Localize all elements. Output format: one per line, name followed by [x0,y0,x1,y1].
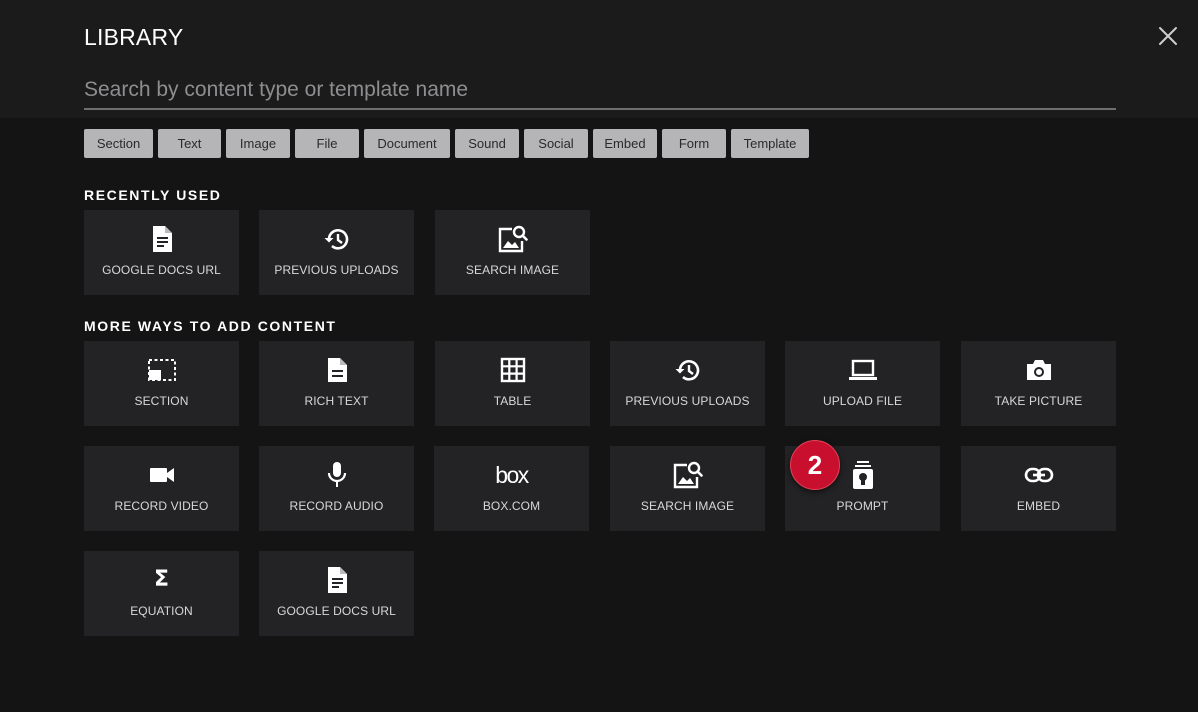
filter-chip-sound[interactable]: Sound [455,129,519,158]
camera-icon [961,355,1116,385]
tile-google-docs-url[interactable]: GOOGLE DOCS URL [259,551,414,636]
filter-chip-text[interactable]: Text [158,129,221,158]
filter-chip-embed[interactable]: Embed [593,129,657,158]
step-number-badge: 2 [790,440,840,490]
tile-label: PREVIOUS UPLOADS [625,394,750,408]
recently-used-heading: RECENTLY USED [84,187,222,203]
filter-chip-form[interactable]: Form [662,129,726,158]
filter-chip-file[interactable]: File [295,129,359,158]
tile-search-image[interactable]: SEARCH IMAGE [610,446,765,531]
document-icon [84,224,239,254]
laptop-icon [785,355,940,385]
tile-label: SEARCH IMAGE [465,263,560,277]
tile-label: SECTION [134,394,189,408]
tile-record-video[interactable]: RECORD VIDEO [84,446,239,531]
close-icon [1159,27,1177,45]
sigma-icon: Σ [153,567,170,592]
microphone-icon [259,460,414,490]
recent-tile-google-docs-url[interactable]: GOOGLE DOCS URL [84,210,239,295]
section-icon [84,355,239,385]
tile-previous-uploads[interactable]: PREVIOUS UPLOADS [610,341,765,426]
tile-label: SEARCH IMAGE [640,499,735,513]
filter-chip-section[interactable]: Section [84,129,153,158]
tile-label: TAKE PICTURE [994,394,1083,408]
document-icon [259,565,414,595]
tile-upload-file[interactable]: UPLOAD FILE [785,341,940,426]
tile-label: UPLOAD FILE [822,394,903,408]
tile-embed[interactable]: EMBED [961,446,1116,531]
tile-record-audio[interactable]: RECORD AUDIO [259,446,414,531]
tile-label: GOOGLE DOCS URL [277,604,396,618]
tile-label: BOX.COM [482,499,541,513]
tile-label: RECORD AUDIO [289,499,384,513]
tile-label: EQUATION [130,604,193,618]
close-button[interactable] [1156,24,1180,48]
tile-table[interactable]: TABLE [435,341,590,426]
filter-chip-document[interactable]: Document [364,129,450,158]
image-search-icon [610,460,765,490]
history-icon [259,224,414,254]
link-icon [961,460,1116,490]
filter-chips: Section Text Image File Document Sound S… [84,129,809,158]
tile-equation[interactable]: Σ EQUATION [84,551,239,636]
tile-label: TABLE [493,394,532,408]
filter-chip-social[interactable]: Social [524,129,588,158]
recent-tile-search-image[interactable]: SEARCH IMAGE [435,210,590,295]
tile-rich-text[interactable]: RICH TEXT [259,341,414,426]
rich-text-icon [259,355,414,385]
more-ways-heading: MORE WAYS TO ADD CONTENT [84,318,337,334]
tile-label: PREVIOUS UPLOADS [274,263,399,277]
history-icon [610,355,765,385]
tile-label: PROMPT [836,499,889,513]
tile-label: RECORD VIDEO [114,499,209,513]
search-input[interactable] [84,72,1116,110]
tile-section[interactable]: SECTION [84,341,239,426]
tile-label: GOOGLE DOCS URL [102,263,221,277]
video-camera-icon [84,460,239,490]
tile-label: EMBED [1016,499,1061,513]
recent-tile-previous-uploads[interactable]: PREVIOUS UPLOADS [259,210,414,295]
tile-box-com[interactable]: box BOX.COM [434,446,589,531]
tile-label: RICH TEXT [304,394,369,408]
filter-chip-image[interactable]: Image [226,129,290,158]
table-icon [435,355,590,385]
filter-chip-template[interactable]: Template [731,129,809,158]
page-title: LIBRARY [84,24,184,50]
box-logo-icon: box [495,462,529,488]
image-search-icon [435,224,590,254]
tile-take-picture[interactable]: TAKE PICTURE [961,341,1116,426]
